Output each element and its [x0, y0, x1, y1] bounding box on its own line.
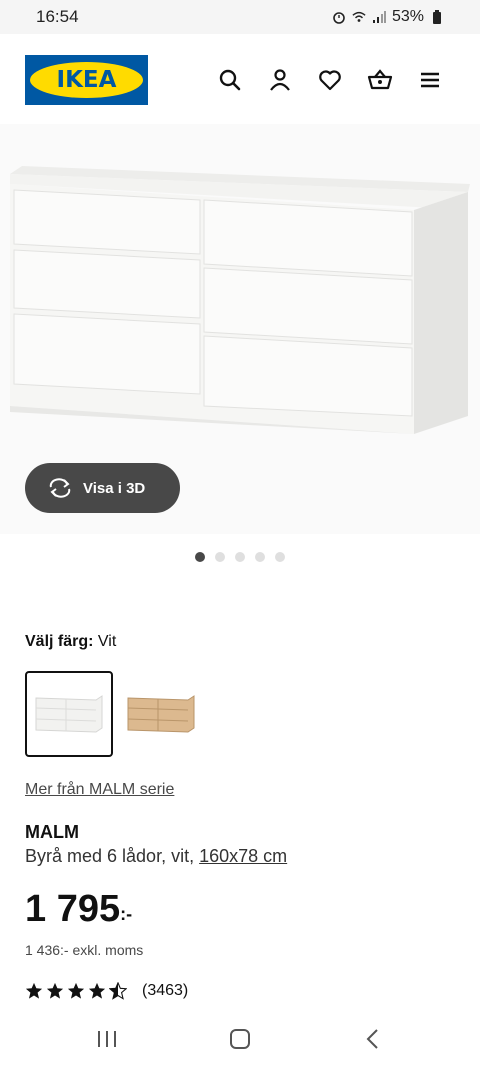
carousel-dot[interactable]: [255, 552, 265, 562]
color-swatch-oak[interactable]: [117, 671, 205, 757]
basket-icon[interactable]: [367, 67, 393, 93]
home-icon: [229, 1028, 250, 1049]
product-description: Byrå med 6 lådor, vit, 160x78 cm: [25, 846, 287, 867]
series-link[interactable]: Mer från MALM serie: [25, 781, 174, 799]
battery-text: 53%: [391, 8, 424, 25]
recent-apps-icon: [97, 1030, 116, 1047]
price-main: 1 795: [25, 888, 121, 930]
battery-icon: [433, 10, 441, 24]
color-swatch-white[interactable]: [25, 671, 113, 757]
review-count: (3463): [142, 982, 189, 999]
color-label-title: Välj färg:: [25, 633, 94, 650]
view-3d-label: Visa i 3D: [83, 479, 146, 497]
swatch-image-oak: [127, 695, 195, 733]
recent-apps-button[interactable]: [87, 1019, 127, 1059]
star-full-icon: [25, 982, 43, 999]
back-button[interactable]: [353, 1019, 393, 1059]
star-full-icon: [46, 982, 64, 999]
view-3d-button[interactable]: Visa i 3D: [25, 463, 180, 513]
product-description-text: Byrå med 6 lådor, vit,: [25, 846, 195, 866]
carousel-dot[interactable]: [235, 552, 245, 562]
product-rating[interactable]: (3463): [25, 982, 188, 1000]
color-picker-label: Välj färg: Vit: [25, 633, 116, 651]
swatch-image-white: [35, 695, 103, 733]
price-ex-vat: 1 436:- exkl. moms: [25, 942, 144, 958]
color-label-value: Vit: [97, 633, 117, 650]
star-full-icon: [88, 982, 106, 999]
rotate-3d-icon: [49, 478, 71, 498]
product-size-link[interactable]: 160x78 cm: [199, 846, 287, 866]
home-button[interactable]: [220, 1019, 260, 1059]
status-bar: 16:54 53%: [0, 0, 480, 34]
status-indicators: 53%: [332, 8, 444, 26]
site-header: IKEA: [0, 34, 480, 124]
status-time: 16:54: [36, 7, 79, 26]
alarm-icon: [333, 12, 345, 24]
system-nav-bar: [0, 1010, 480, 1067]
signal-icon: [372, 11, 386, 23]
logo-text: IKEA: [56, 67, 117, 93]
back-icon: [366, 1028, 379, 1049]
product-name: MALM: [25, 822, 79, 842]
carousel-dot[interactable]: [195, 552, 205, 562]
carousel-dot[interactable]: [215, 552, 225, 562]
star-full-icon: [67, 982, 85, 999]
carousel-dot[interactable]: [275, 552, 285, 562]
search-icon[interactable]: [217, 67, 243, 93]
heart-icon[interactable]: [317, 67, 343, 93]
menu-icon[interactable]: [417, 67, 443, 93]
logo-oval: IKEA: [30, 62, 143, 98]
carousel-indicator: [195, 552, 285, 562]
wifi-icon: [352, 11, 366, 22]
ikea-logo[interactable]: IKEA: [25, 55, 148, 105]
product-price: 1 795 :-: [25, 888, 132, 931]
price-decimal: :-: [120, 904, 133, 924]
profile-icon[interactable]: [267, 67, 293, 93]
star-half-icon: [109, 982, 127, 1000]
